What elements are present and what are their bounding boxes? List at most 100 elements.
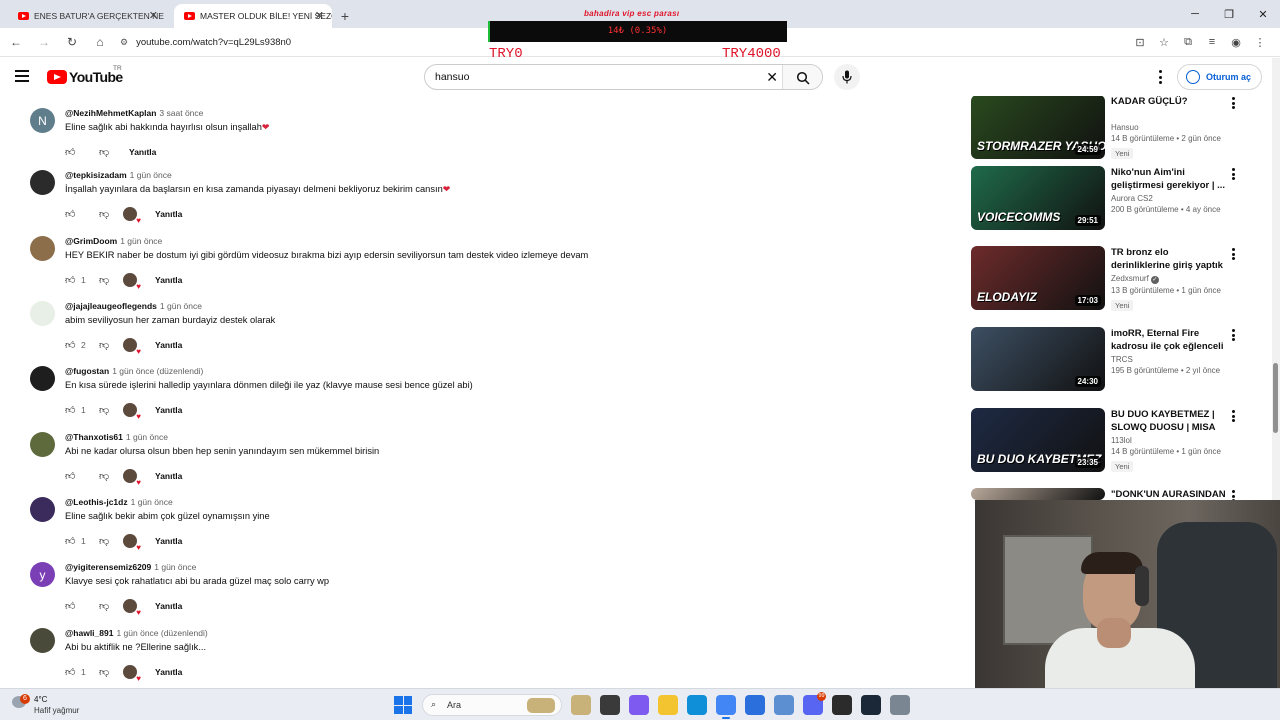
reload-icon[interactable]: ↻ [60, 30, 84, 54]
sidebar-video[interactable]: STORMRAZER YASUO OYNANIŞ24:59KADAR GÜÇLÜ… [970, 96, 1240, 171]
video-menu-icon[interactable] [1232, 490, 1236, 500]
comment-avatar[interactable] [30, 432, 55, 457]
comment-author[interactable]: @GrimDoom [65, 236, 117, 246]
install-app-icon[interactable]: ⊡ [1128, 30, 1152, 54]
like-icon[interactable]: 👍︎ [65, 666, 77, 678]
comment-author[interactable]: @yigiterensemiz6209 [65, 562, 151, 572]
obs-icon[interactable] [832, 695, 852, 715]
dislike-icon[interactable]: 👎︎ [99, 146, 111, 158]
profile-icon[interactable]: ◉ [1224, 30, 1248, 54]
dislike-icon[interactable]: 👎︎ [99, 404, 111, 416]
voice-search-button[interactable] [834, 64, 860, 90]
extensions-icon[interactable]: ⧉ [1176, 30, 1200, 54]
home-icon[interactable]: ⌂ [88, 30, 112, 54]
sidebar-video[interactable]: VOICECOMMS 29:51 Niko'nun Aim'ini geliştir… [970, 166, 1240, 242]
reply-button[interactable]: Yanıtla [155, 471, 182, 481]
dislike-icon[interactable]: 👎︎ [99, 470, 111, 482]
site-info-icon[interactable]: ⚙ [120, 37, 128, 48]
menu-icon[interactable] [15, 70, 29, 82]
browser-tab-0[interactable]: ENES BATUR'A GERÇEKTEN NE OLDU ✕ [8, 4, 166, 28]
comment-time[interactable]: 1 gün önce [126, 432, 168, 442]
video-title[interactable]: TR bronz elo derinliklerine giriş yaptık [1111, 246, 1229, 272]
reply-button[interactable]: Yanıtla [155, 209, 182, 219]
reply-button[interactable]: Yanıtla [129, 147, 156, 157]
comment-author[interactable]: @jajajleaugeoflegends [65, 301, 157, 311]
comment-avatar[interactable]: N [30, 108, 55, 133]
comment-avatar[interactable] [30, 628, 55, 653]
video-title[interactable]: KADAR GÜÇLÜ? [1111, 96, 1229, 121]
like-icon[interactable]: 👍︎ [65, 339, 77, 351]
comment-time[interactable]: 1 gün önce [160, 301, 202, 311]
video-menu-icon[interactable] [1232, 97, 1236, 109]
scrollbar-thumb[interactable] [1273, 363, 1278, 433]
like-icon[interactable]: 👍︎ [65, 404, 77, 416]
like-icon[interactable]: 👍︎ [65, 274, 77, 286]
video-title[interactable]: imoRR, Eternal Fire kadrosu ile çok eğle… [1111, 327, 1229, 353]
new-tab-button[interactable]: + [332, 4, 358, 28]
sidebar-video[interactable]: ELODAYIZ 17:03 TR bronz elo derinliklerine… [970, 246, 1240, 322]
settings-menu-icon[interactable] [1155, 69, 1165, 85]
comment-time[interactable]: 1 gün önce [131, 497, 173, 507]
comment-avatar[interactable] [30, 301, 55, 326]
video-channel[interactable]: Zedxsmurf ✓ [1111, 274, 1229, 284]
forward-icon[interactable]: → [32, 30, 56, 54]
sidebar-video[interactable]: BU DUO KAYBETMEZ 23:35 BU DUO KAYBETMEZ | … [970, 408, 1240, 484]
video-channel[interactable]: Hansuo [1111, 123, 1229, 132]
dislike-icon[interactable]: 👎︎ [99, 208, 111, 220]
dislike-icon[interactable]: 👎︎ [99, 666, 111, 678]
comment-time[interactable]: 1 gün önce [154, 562, 196, 572]
reply-button[interactable]: Yanıtla [155, 601, 182, 611]
video-thumbnail[interactable]: VOICECOMMS 29:51 [971, 166, 1105, 230]
reply-button[interactable]: Yanıtla [155, 405, 182, 415]
address-bar[interactable]: ⚙ youtube.com/watch?v=qL29Ls938n0 [120, 31, 291, 53]
video-menu-icon[interactable] [1232, 410, 1236, 422]
video-title[interactable]: BU DUO KAYBETMEZ | SLOWQ DUOSU | MISA 1.… [1111, 408, 1229, 434]
reply-button[interactable]: Yanıtla [155, 536, 182, 546]
search-button[interactable] [782, 65, 822, 89]
video-thumbnail[interactable]: STORMRAZER YASUO OYNANIŞ24:59 [971, 96, 1105, 159]
media-controls-icon[interactable]: ≡ [1200, 30, 1224, 54]
terminal-icon[interactable] [600, 695, 620, 715]
video-menu-icon[interactable] [1232, 329, 1236, 341]
video-channel[interactable]: Aurora CS2 [1111, 194, 1229, 203]
sign-in-button[interactable]: Oturum aç [1177, 64, 1263, 90]
comment-author[interactable]: @Leothis-jc1dz [65, 497, 128, 507]
video-menu-icon[interactable] [1232, 248, 1236, 260]
video-title[interactable]: Niko'nun Aim'ini geliştirmesi gerekiyor … [1111, 166, 1229, 192]
close-window-icon[interactable]: ✕ [1246, 0, 1280, 28]
discord-icon[interactable]: 99 [803, 692, 826, 715]
video-menu-icon[interactable] [1232, 168, 1236, 180]
comment-author[interactable]: @tepkisizadam [65, 170, 127, 180]
minimize-icon[interactable]: ─ [1178, 0, 1212, 28]
sidebar-video[interactable]: "DONK'UN AURASINDAN [970, 488, 1240, 500]
dislike-icon[interactable]: 👎︎ [99, 535, 111, 547]
copilot-icon[interactable] [629, 695, 649, 715]
edge-icon[interactable] [687, 695, 707, 715]
settings-icon[interactable] [890, 695, 910, 715]
like-icon[interactable]: 👍︎ [65, 535, 77, 547]
search-box[interactable]: hansuo ✕ [424, 64, 823, 90]
video-thumbnail[interactable]: 24:30 [971, 327, 1105, 391]
comment-avatar[interactable] [30, 170, 55, 195]
store-icon[interactable] [745, 695, 765, 715]
steam-icon[interactable] [861, 695, 881, 715]
dislike-icon[interactable]: 👎︎ [99, 274, 111, 286]
dislike-icon[interactable]: 👎︎ [99, 339, 111, 351]
comment-avatar[interactable] [30, 236, 55, 261]
close-tab-icon[interactable]: ✕ [149, 9, 158, 22]
comment-author[interactable]: @NezihMehmetKaplan [65, 108, 156, 118]
chrome-icon[interactable] [716, 695, 736, 719]
reply-button[interactable]: Yanıtla [155, 667, 182, 677]
dislike-icon[interactable]: 👎︎ [99, 600, 111, 612]
browser-tab-1[interactable]: MASTER OLDUK BİLE! YENİ SEZON ✕ [174, 4, 332, 28]
comment-time[interactable]: 1 gün önce (düzenlendi) [116, 628, 207, 638]
video-channel[interactable]: TRCS [1111, 355, 1229, 364]
video-thumbnail[interactable]: BU DUO KAYBETMEZ 23:35 [971, 408, 1105, 472]
comment-avatar[interactable] [30, 366, 55, 391]
comment-author[interactable]: @hawli_891 [65, 628, 113, 638]
video-thumbnail[interactable] [971, 488, 1105, 500]
file-explorer-icon[interactable] [658, 695, 678, 715]
search-input[interactable]: hansuo [435, 71, 469, 83]
comment-author[interactable]: @Thanxotis61 [65, 432, 123, 442]
like-icon[interactable]: 👍︎ [65, 146, 77, 158]
